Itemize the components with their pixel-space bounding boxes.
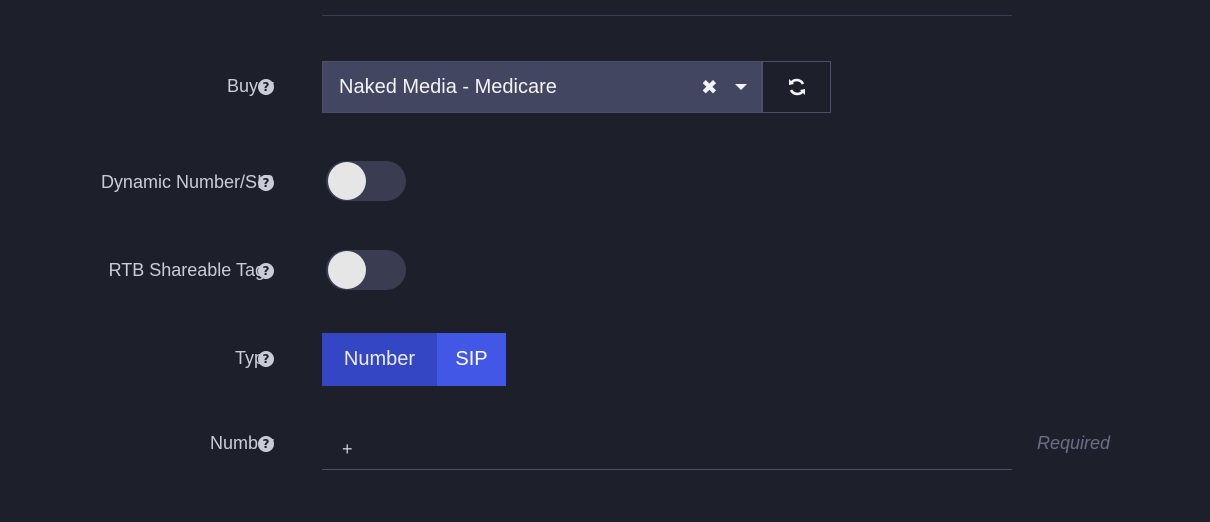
clear-icon[interactable]: ✖ (701, 75, 718, 99)
dynamic-number-label: Dynamic Number/SIP (100, 172, 274, 192)
number-input[interactable]: + (322, 429, 1012, 470)
toggle-knob (328, 251, 366, 289)
top-divider (322, 15, 1012, 16)
toggle-knob (328, 162, 366, 200)
caret-down-icon[interactable] (735, 84, 747, 90)
type-option-number[interactable]: Number (322, 333, 437, 386)
refresh-button[interactable] (762, 61, 831, 113)
buyer-row: Buyer ? Naked Media - Medicare ✖ (0, 61, 1210, 113)
buyer-selected-value: Naked Media - Medicare (339, 76, 557, 98)
type-option-sip[interactable]: SIP (437, 333, 506, 386)
dynamic-number-toggle[interactable] (326, 161, 406, 201)
refresh-icon (788, 78, 805, 96)
type-segmented-control: Number SIP (322, 333, 506, 386)
type-help-icon[interactable]: ? (258, 351, 274, 367)
buyer-select[interactable]: Naked Media - Medicare ✖ (322, 61, 762, 113)
rtb-shareable-tags-label: RTB Shareable Tags (108, 260, 274, 280)
rtb-shareable-tags-toggle[interactable] (326, 250, 406, 290)
type-row: Type ? Number SIP (0, 333, 1210, 386)
rtb-shareable-tags-row: RTB Shareable Tags ? (0, 250, 1210, 290)
number-prefix: + (342, 439, 353, 459)
dynamic-number-help-icon[interactable]: ? (258, 175, 274, 191)
required-hint: Required (1037, 433, 1111, 453)
number-help-icon[interactable]: ? (258, 436, 274, 452)
rtb-shareable-tags-help-icon[interactable]: ? (258, 263, 274, 279)
number-row: Number ? + Required (0, 429, 1210, 470)
buyer-help-icon[interactable]: ? (258, 79, 274, 95)
dynamic-number-row: Dynamic Number/SIP ? (0, 161, 1210, 201)
